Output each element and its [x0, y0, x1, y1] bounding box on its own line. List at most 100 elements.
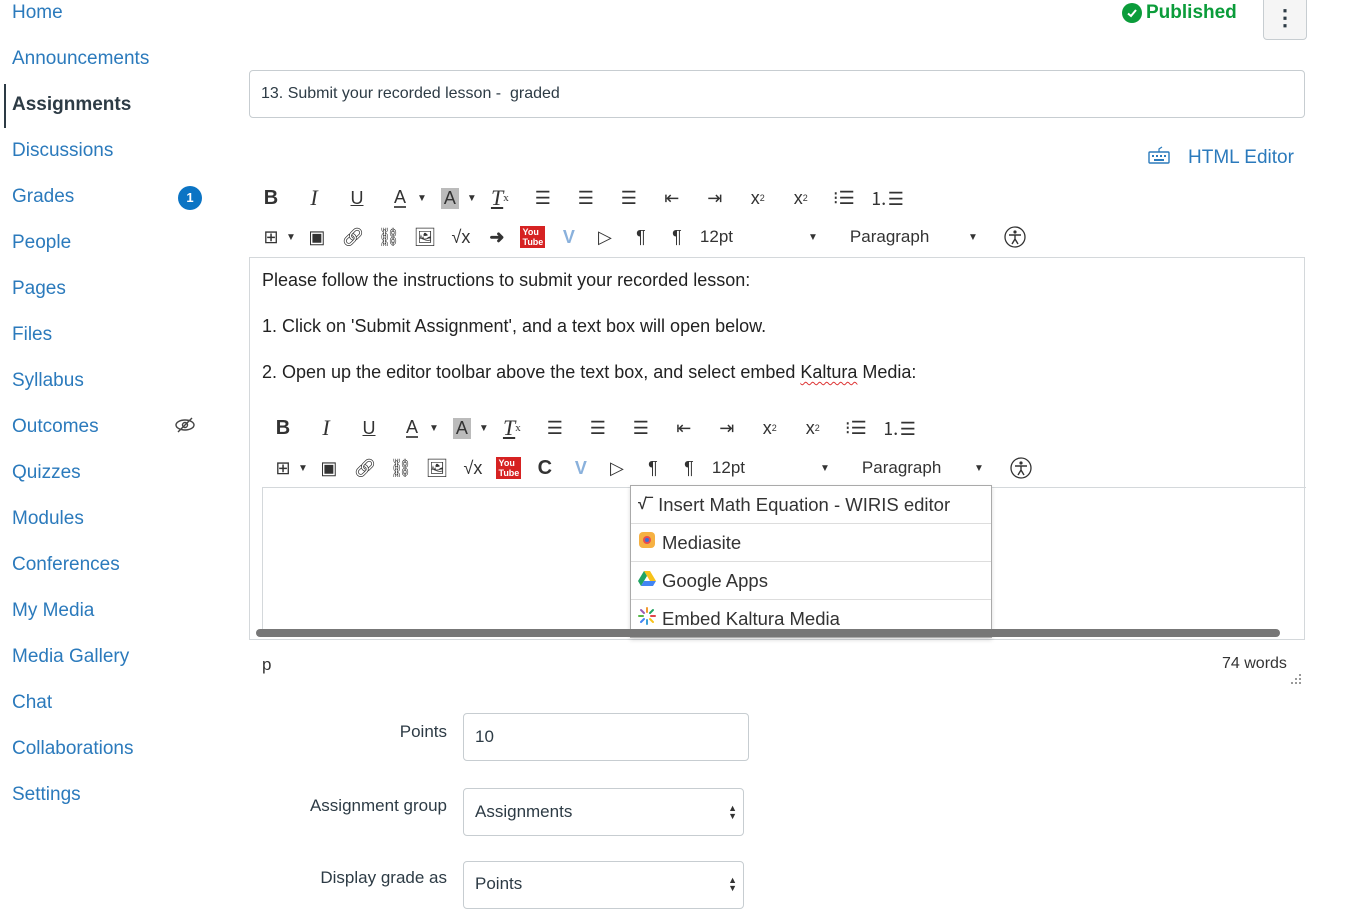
accessibility-checker-icon[interactable]	[1002, 223, 1028, 251]
menu-item-wiris[interactable]: √‾ Insert Math Equation - WIRIS editor	[631, 486, 991, 524]
points-label: Points	[399, 722, 447, 741]
nav-settings[interactable]: Settings	[12, 784, 81, 806]
media-icon: ▣	[320, 457, 338, 478]
nav-chat[interactable]: Chat	[12, 692, 52, 714]
kaltura-icon	[638, 607, 656, 630]
nav-assignments[interactable]: Assignments	[12, 94, 131, 116]
clear-formatting-icon: Tx	[502, 415, 521, 440]
element-path[interactable]: p	[262, 655, 271, 675]
italic-icon: I	[322, 415, 330, 440]
indent-button[interactable]: ⇥	[700, 184, 730, 212]
image-icon[interactable]: 🖼︎	[412, 223, 438, 251]
nav-home[interactable]: Home	[12, 2, 63, 24]
math-equation-icon[interactable]: √x	[448, 223, 474, 251]
nav-media-gallery[interactable]: Media Gallery	[12, 646, 129, 668]
image-icon: 🖼︎	[425, 457, 449, 478]
unlink-icon[interactable]: ⛓︎	[376, 223, 402, 251]
assignment-title-input[interactable]	[249, 70, 1305, 118]
text-color-caret-icon[interactable]: ▼	[417, 193, 427, 204]
horizontal-scrollbar[interactable]	[256, 629, 1280, 637]
font-size-value: 12pt	[711, 458, 745, 477]
word-count: 74 words	[1222, 655, 1287, 672]
nav-modules[interactable]: Modules	[12, 508, 84, 530]
kebab-icon: ⋮	[1274, 5, 1296, 30]
nav-files[interactable]: Files	[12, 324, 52, 346]
nav-discussions[interactable]: Discussions	[12, 140, 113, 162]
italic-button[interactable]: I	[299, 184, 329, 212]
assignment-group-select[interactable]: Assignments ▲ ▼	[463, 788, 744, 836]
background-color-caret-icon[interactable]: ▼	[467, 193, 477, 204]
youtube-icon[interactable]: You Tube	[520, 223, 546, 251]
underline-button[interactable]: U	[342, 184, 372, 212]
external-tool-icon[interactable]: ➜	[484, 223, 510, 251]
nav-outcomes[interactable]: Outcomes	[12, 416, 99, 438]
caret-icon: ▼	[974, 462, 984, 474]
content-paragraph: 1. Click on 'Submit Assignment', and a t…	[262, 316, 767, 336]
html-editor-toggle[interactable]: HTML Editor	[1148, 146, 1294, 170]
link-icon[interactable]: 🔗︎	[340, 223, 366, 251]
assignment-group-label: Assignment group	[309, 796, 447, 815]
rtl-paragraph-icon: ¶	[684, 457, 694, 478]
block-format-caret-icon: ▼	[968, 231, 978, 243]
table-button[interactable]: ⊞	[258, 223, 284, 251]
external-tool-c-icon: C	[537, 456, 553, 479]
table-caret-icon[interactable]: ▼	[286, 232, 296, 243]
text-color-icon: A	[405, 417, 418, 438]
mediasite-icon	[638, 531, 656, 554]
nav-announcements[interactable]: Announcements	[12, 48, 149, 70]
align-left-button[interactable]: ☰	[528, 184, 558, 212]
superscript-icon: x2	[762, 417, 777, 438]
nav-collaborations[interactable]: Collaborations	[12, 738, 133, 760]
vimeo-icon[interactable]: V	[556, 223, 582, 251]
para-text: 2. Open up the editor toolbar above the …	[262, 362, 801, 382]
text-color-button[interactable]: A	[385, 184, 415, 212]
align-right-button[interactable]: ☰	[614, 184, 644, 212]
outdent-button[interactable]: ⇤	[657, 184, 687, 212]
align-left-icon: ☰	[546, 417, 563, 438]
more-options-button[interactable]: ⋮	[1263, 0, 1307, 40]
bold-button[interactable]: B	[256, 184, 286, 212]
outdent-icon: ⇤	[676, 417, 692, 438]
superscript-button[interactable]: x2	[743, 184, 773, 212]
nav-syllabus[interactable]: Syllabus	[12, 370, 84, 392]
block-format-value: Paragraph	[861, 458, 942, 477]
play-media-icon[interactable]: ▷	[592, 223, 618, 251]
menu-item-google-apps[interactable]: Google Apps	[631, 562, 991, 600]
nav-quizzes[interactable]: Quizzes	[12, 462, 81, 484]
nav-people[interactable]: People	[12, 232, 71, 254]
ltr-paragraph-icon[interactable]: ¶	[628, 223, 654, 251]
font-size-select[interactable]: 12pt ▼	[700, 227, 826, 247]
media-button[interactable]: ▣	[304, 223, 330, 251]
align-center-button[interactable]: ☰	[571, 184, 601, 212]
bullet-list-button[interactable]: ⁝☰	[829, 184, 859, 212]
resize-handle-icon[interactable]	[1290, 672, 1302, 690]
font-size-caret-icon: ▼	[808, 231, 818, 243]
background-color-button[interactable]: A	[435, 184, 465, 212]
html-editor-label: HTML Editor	[1188, 147, 1294, 168]
subscript-button[interactable]: x2	[786, 184, 816, 212]
menu-item-label: Embed Kaltura Media	[662, 607, 840, 629]
caret-icon: ▼	[298, 462, 308, 474]
caret-icon: ▼	[478, 422, 489, 434]
nav-conferences[interactable]: Conferences	[12, 554, 120, 576]
content-paragraph: Please follow the instructions to submit…	[262, 270, 751, 290]
nav-grades[interactable]: Grades	[12, 186, 74, 208]
published-status[interactable]: Published	[1122, 2, 1237, 24]
display-grade-select[interactable]: Points ▲ ▼	[463, 861, 744, 909]
nav-pages[interactable]: Pages	[12, 278, 66, 300]
block-format-select[interactable]: Paragraph ▼	[850, 227, 986, 247]
play-media-icon: ▷	[609, 457, 624, 478]
clear-formatting-button[interactable]: Tx	[485, 184, 515, 212]
external-tools-menu: √‾ Insert Math Equation - WIRIS editor M…	[630, 485, 992, 638]
published-label: Published	[1146, 2, 1237, 23]
menu-item-mediasite[interactable]: Mediasite	[631, 524, 991, 562]
embedded-font-size: 12pt ▼	[712, 458, 838, 478]
points-input[interactable]	[463, 713, 749, 761]
numbered-list-button[interactable]: ⒈☰	[870, 184, 904, 212]
assignment-group-value: Assignments	[475, 802, 573, 821]
rtl-paragraph-icon[interactable]: ¶	[664, 223, 690, 251]
indent-icon: ⇥	[719, 417, 735, 438]
nav-my-media[interactable]: My Media	[12, 600, 94, 622]
ltr-paragraph-icon: ¶	[648, 457, 658, 478]
background-color-icon: A	[447, 414, 477, 442]
